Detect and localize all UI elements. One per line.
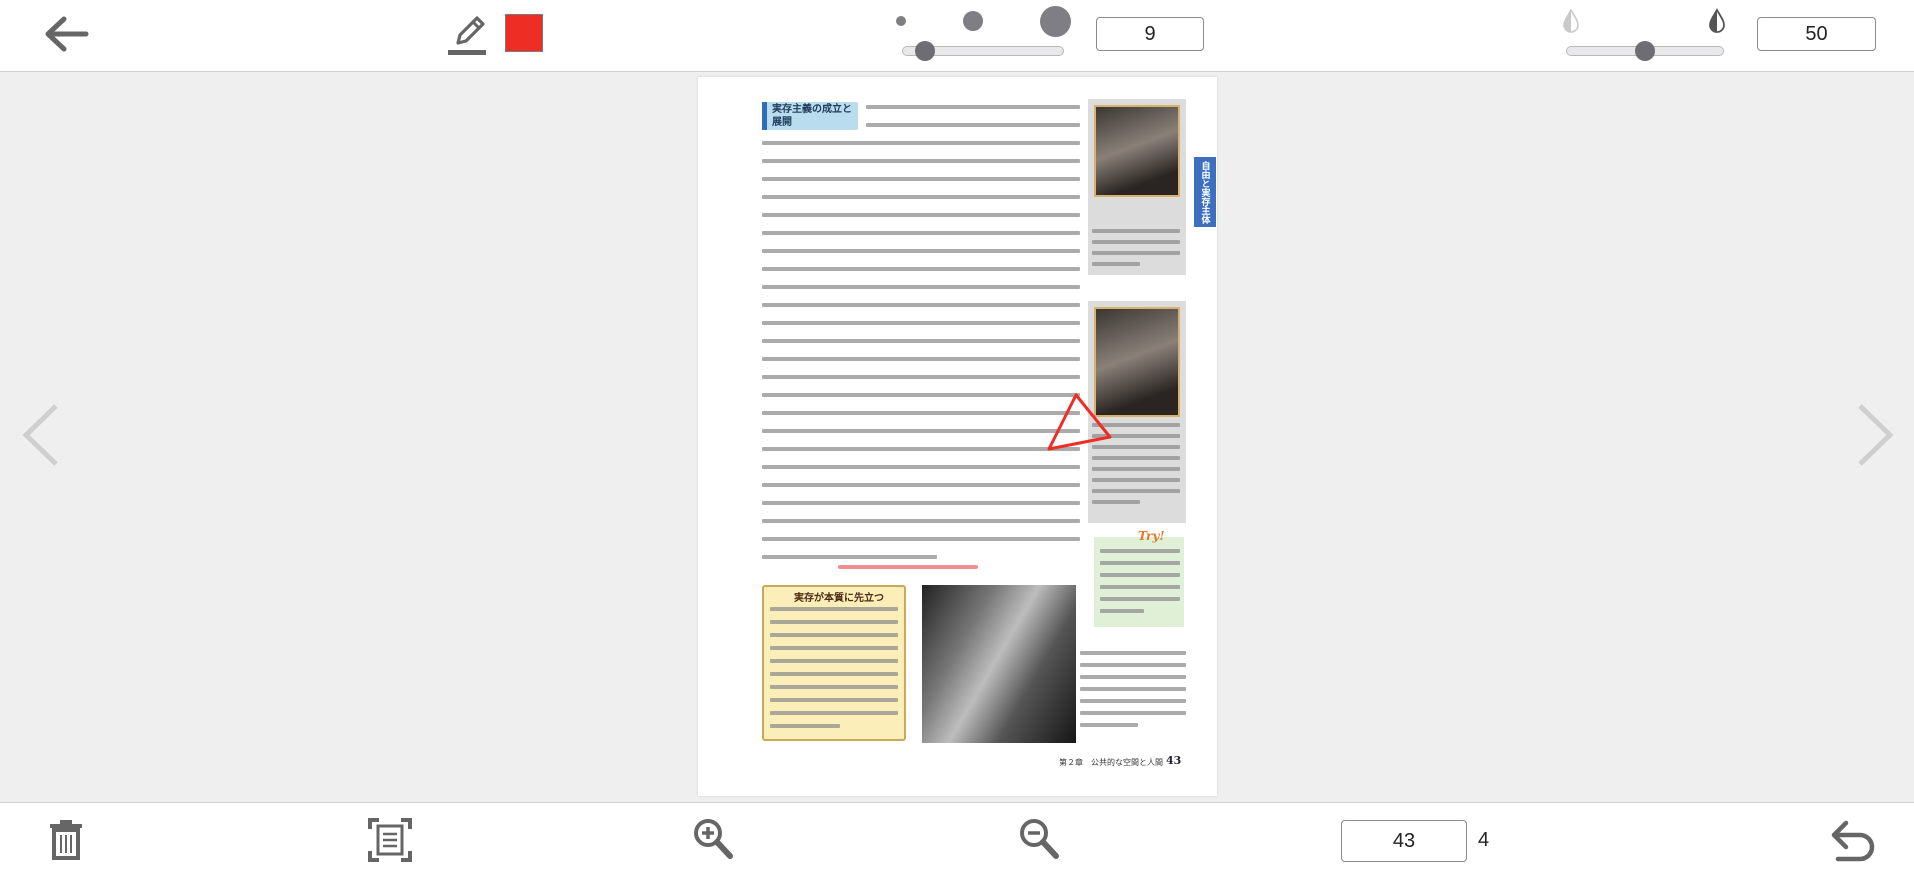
document-page[interactable]: 実存主義の成立と展開 自由と実存主体 Try! 実存が本質に先立つ 第２章 公共… — [698, 77, 1217, 796]
fit-page-button[interactable] — [367, 817, 413, 863]
chevron-right-icon — [1858, 404, 1894, 466]
pen-color-swatch[interactable] — [505, 14, 543, 52]
page-number-input[interactable]: 43 — [1341, 820, 1467, 862]
undo-icon — [1831, 820, 1875, 862]
fit-page-icon — [368, 818, 412, 862]
chevron-left-icon — [22, 404, 58, 466]
arrow-left-icon — [45, 16, 89, 52]
delete-button[interactable] — [48, 819, 84, 861]
high-opacity-icon[interactable] — [1706, 8, 1728, 34]
page-total-label: 4 — [1478, 829, 1490, 851]
opacity-input[interactable]: 50 — [1757, 17, 1876, 51]
low-opacity-icon[interactable] — [1560, 8, 1582, 34]
pen-icon — [448, 16, 486, 55]
next-page-button[interactable] — [1852, 402, 1898, 468]
zoom-out-icon — [1020, 819, 1059, 859]
pen-tool-button[interactable] — [446, 10, 490, 58]
undo-button[interactable] — [1828, 817, 1878, 863]
opacity-slider-thumb[interactable] — [1635, 41, 1655, 61]
previous-page-button[interactable] — [18, 402, 64, 468]
trash-icon — [50, 820, 82, 860]
medium-size-icon[interactable] — [963, 11, 983, 31]
zoom-in-icon — [694, 819, 733, 859]
pen-size-input[interactable]: 9 — [1096, 17, 1204, 51]
bottom-toolbar: 43 4 — [0, 802, 1914, 876]
top-toolbar: 9 50 — [0, 0, 1914, 72]
back-button[interactable] — [40, 12, 92, 56]
zoom-out-button[interactable] — [1018, 817, 1060, 861]
pen-annotation — [1047, 393, 1112, 451]
pen-size-slider-thumb[interactable] — [914, 41, 935, 61]
small-size-icon[interactable] — [896, 16, 906, 26]
zoom-in-button[interactable] — [692, 817, 734, 861]
large-size-icon[interactable] — [1040, 6, 1071, 37]
